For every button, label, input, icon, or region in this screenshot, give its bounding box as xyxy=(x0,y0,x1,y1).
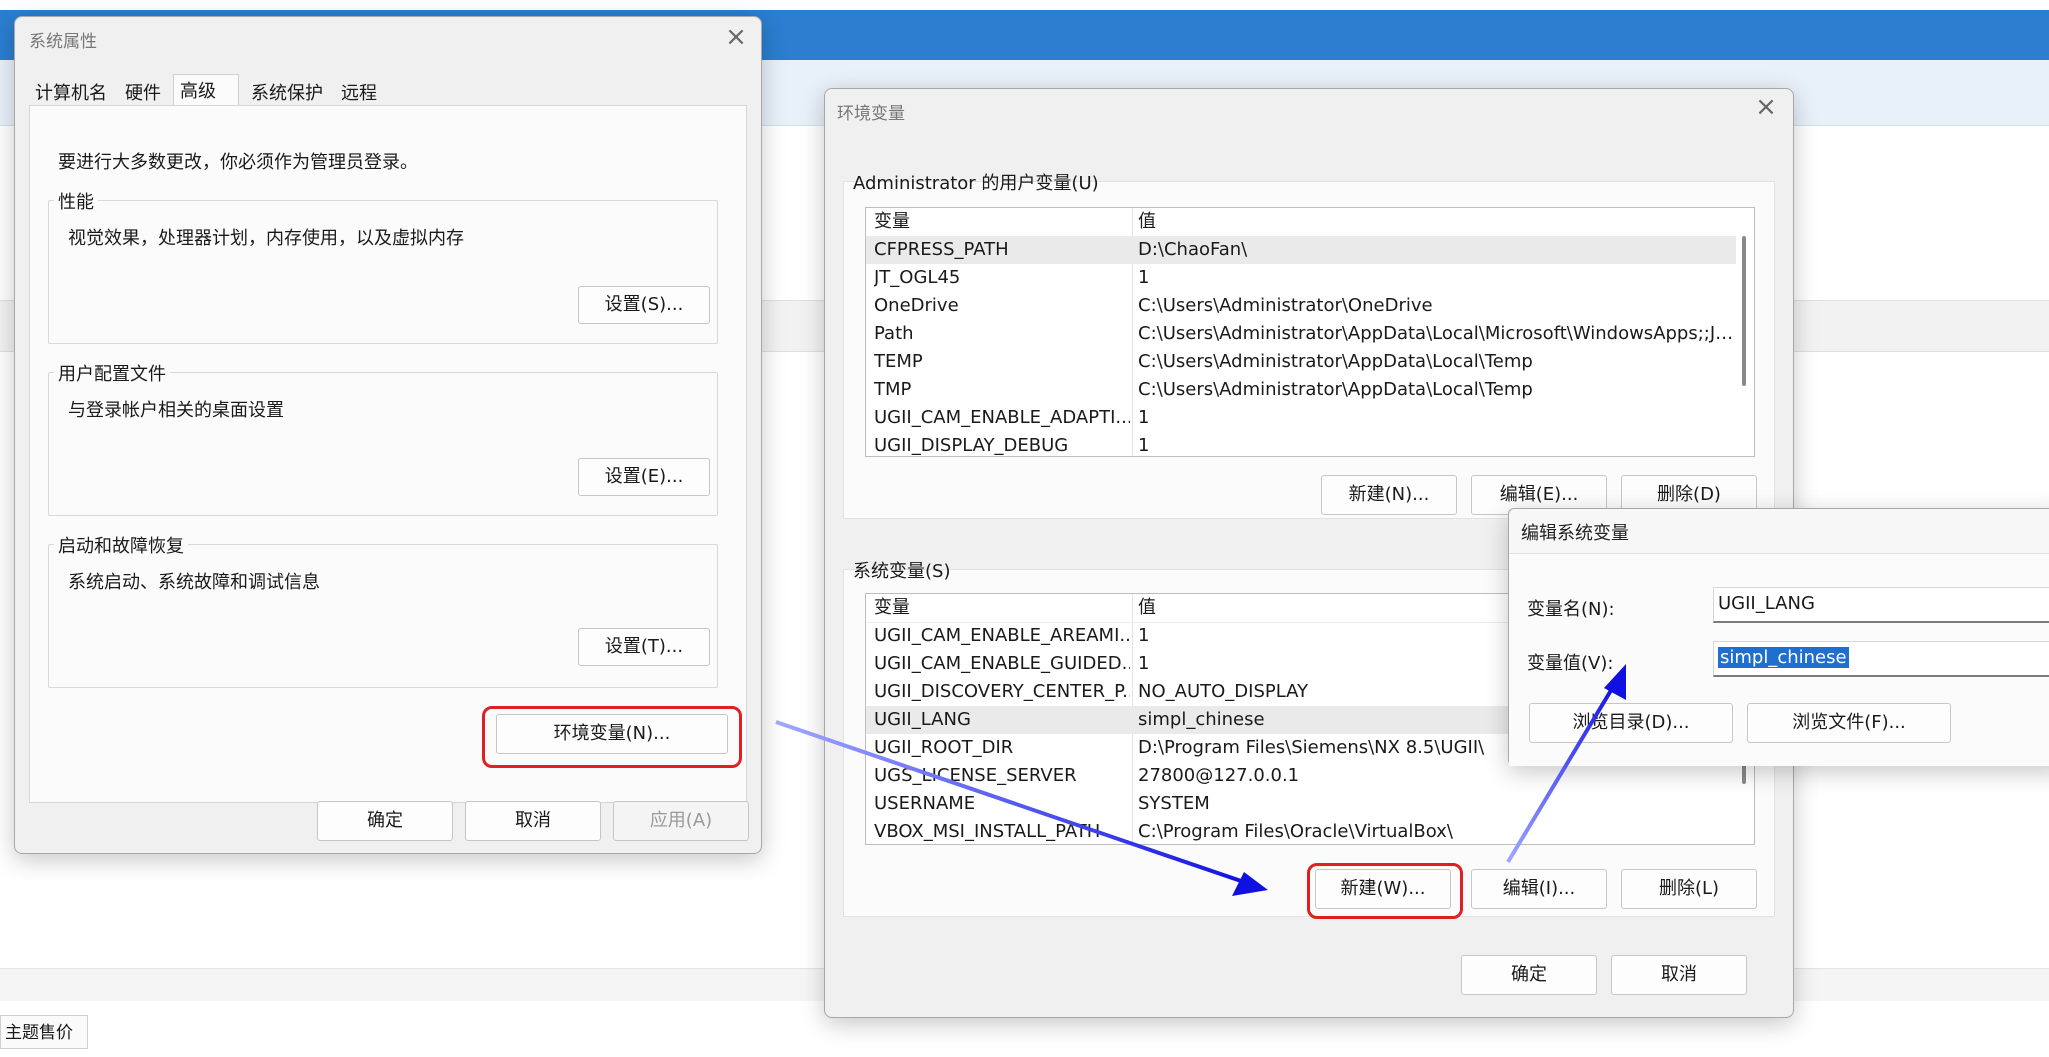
arrow-to-value-field xyxy=(1506,664,1626,864)
annotation-arrows xyxy=(775,664,1626,896)
arrow-to-new-button xyxy=(775,720,1268,896)
